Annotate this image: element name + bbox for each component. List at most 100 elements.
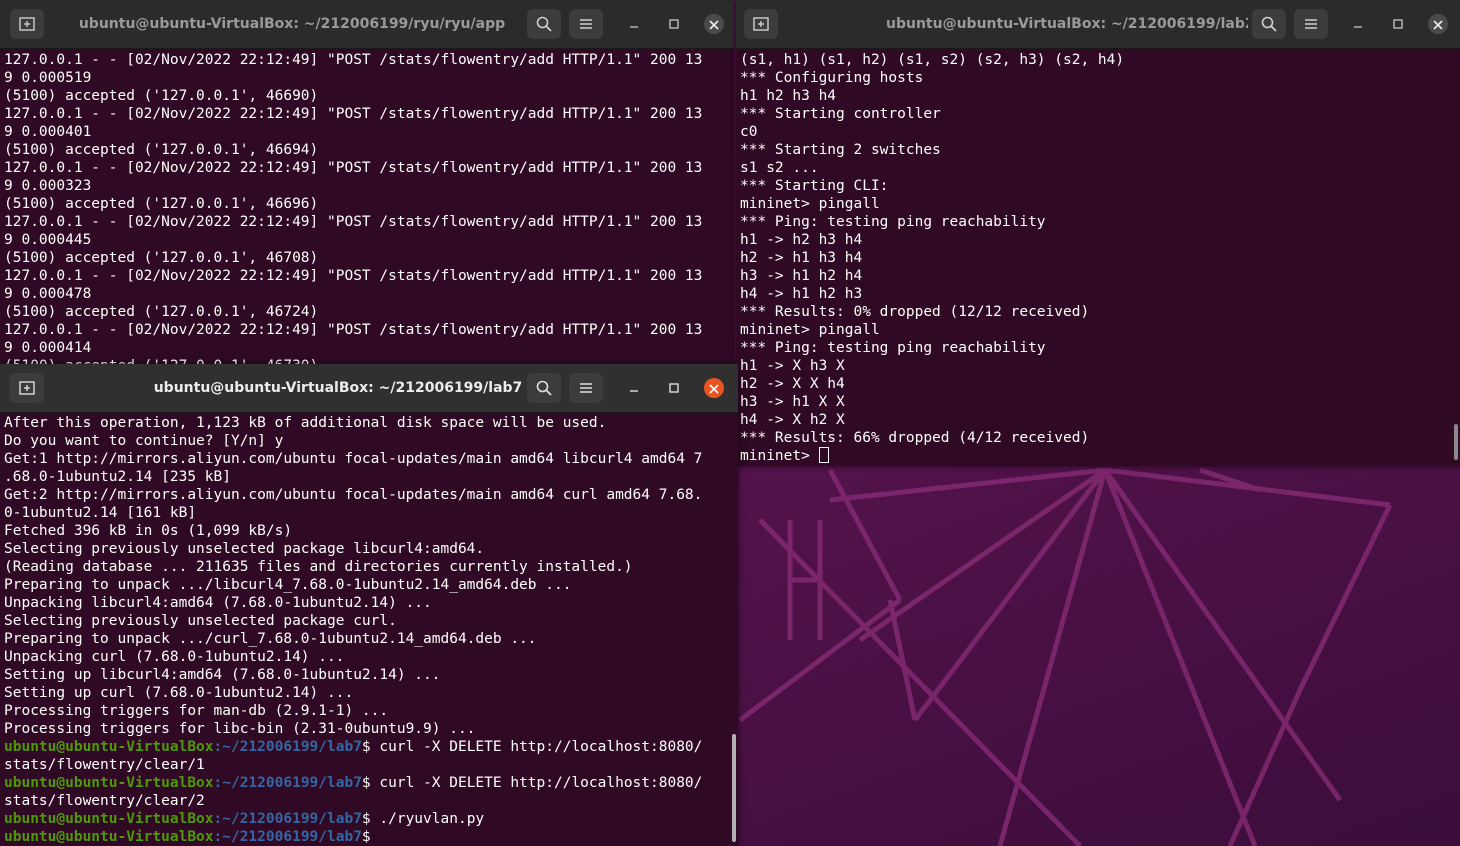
prompt-path: :~/212006199/lab7 (213, 829, 362, 845)
terminal-line: h3 -> h1 h2 h4 (740, 268, 863, 284)
new-tab-icon (19, 17, 35, 31)
terminal-line: *** Results: 66% dropped (4/12 received) (740, 430, 1090, 446)
maximize-button[interactable] (664, 378, 684, 398)
terminal-window-ryu[interactable]: ubuntu@ubuntu-VirtualBox: ~/212006199/ry… (0, 0, 734, 372)
menu-button[interactable] (569, 373, 603, 403)
prompt-line: ubuntu@ubuntu-VirtualBox:~/212006199/lab… (4, 810, 730, 828)
terminal-line: h4 -> X h2 X (740, 412, 845, 428)
prompt-line: ubuntu@ubuntu-VirtualBox:~/212006199/lab… (4, 828, 730, 846)
terminal-line: 9 0.000414 (4, 340, 92, 356)
terminal-line: h1 -> h2 h3 h4 (740, 232, 863, 248)
search-button[interactable] (1252, 9, 1286, 39)
hamburger-menu-icon (579, 18, 593, 30)
menu-button[interactable] (569, 9, 603, 39)
terminal-line: stats/flowentry/clear/1 (4, 757, 205, 773)
terminal-line: h4 -> h1 h2 h3 (740, 286, 863, 302)
terminal-line: Get:1 http://mirrors.aliyun.com/ubuntu f… (4, 451, 703, 467)
terminal-line: h2 -> h1 h3 h4 (740, 250, 863, 266)
terminal-line: 0-1ubuntu2.14 [161 kB] (4, 505, 197, 521)
maximize-icon (668, 379, 680, 398)
command-text: curl -X DELETE http://localhost:8080/ (379, 739, 703, 755)
terminal-line: *** Ping: testing ping reachability (740, 340, 1046, 356)
minimize-button[interactable] (624, 378, 644, 398)
minimize-button[interactable] (624, 14, 644, 34)
prompt-symbol: $ (361, 829, 380, 845)
titlebar-ryu[interactable]: ubuntu@ubuntu-VirtualBox: ~/212006199/ry… (0, 0, 734, 49)
close-button[interactable] (1428, 14, 1448, 34)
terminal-line: After this operation, 1,123 kB of additi… (4, 415, 607, 431)
terminal-line: (5100) accepted ('127.0.0.1', 46724) (4, 304, 319, 320)
terminal-line: stats/flowentry/clear/2 (4, 793, 205, 809)
terminal-line: mininet> pingall (740, 196, 880, 212)
terminal-line: 127.0.0.1 - - [02/Nov/2022 22:12:49] "PO… (4, 322, 703, 338)
close-button[interactable] (704, 378, 724, 398)
prompt-user: ubuntu@ubuntu-VirtualBox (4, 811, 214, 827)
new-tab-button[interactable] (744, 9, 778, 39)
terminal-line: *** Starting controller (740, 106, 941, 122)
terminal-line: 127.0.0.1 - - [02/Nov/2022 22:12:49] "PO… (4, 52, 703, 68)
new-tab-button[interactable] (10, 373, 44, 403)
prompt-user: ubuntu@ubuntu-VirtualBox (4, 829, 214, 845)
prompt-line: ubuntu@ubuntu-VirtualBox:~/212006199/lab… (4, 738, 730, 756)
terminal-line: Setting up curl (7.68.0-1ubuntu2.14) ... (4, 685, 354, 701)
maximize-icon (668, 15, 680, 34)
new-tab-button[interactable] (10, 9, 44, 39)
terminal-line: 127.0.0.1 - - [02/Nov/2022 22:12:49] "PO… (4, 106, 703, 122)
terminal-line: *** Ping: testing ping reachability (740, 214, 1046, 230)
terminal-line: *** Results: 0% dropped (12/12 received) (740, 304, 1090, 320)
close-button[interactable] (704, 14, 724, 34)
prompt-path: :~/212006199/lab7 (213, 811, 362, 827)
terminal-line: 9 0.000323 (4, 178, 92, 194)
terminal-line: (s1, h1) (s1, h2) (s1, s2) (s2, h3) (s2,… (740, 52, 1125, 68)
terminal-output-lab7[interactable]: After this operation, 1,123 kB of additi… (4, 414, 730, 846)
terminal-line: c0 (740, 124, 758, 140)
terminal-line: Do you want to continue? [Y/n] y (4, 433, 284, 449)
window-title-ryu: ubuntu@ubuntu-VirtualBox: ~/212006199/ry… (78, 16, 506, 32)
search-icon (536, 16, 552, 32)
terminal-line: s1 s2 ... (740, 160, 819, 176)
terminal-window-lab2[interactable]: ubuntu@ubuntu-VirtualBox: ~/212006199/la… (736, 0, 1460, 466)
terminal-line: Setting up libcurl4:amd64 (7.68.0-1ubunt… (4, 667, 441, 683)
terminal-output-lab2[interactable]: (s1, h1) (s1, h2) (s1, s2) (s2, h3) (s2,… (740, 51, 1452, 465)
maximize-button[interactable] (1388, 14, 1408, 34)
command-text: ./ryuvlan.py (379, 811, 485, 827)
terminal-line: (Reading database ... 211635 files and d… (4, 559, 633, 575)
minimize-icon (628, 379, 640, 398)
terminal-line: h1 h2 h3 h4 (740, 88, 837, 104)
terminal-line: 127.0.0.1 - - [02/Nov/2022 22:12:49] "PO… (4, 268, 703, 284)
hamburger-menu-icon (1304, 18, 1318, 30)
prompt-path: :~/212006199/lab7 (213, 739, 362, 755)
prompt-line: ubuntu@ubuntu-VirtualBox:~/212006199/lab… (4, 774, 730, 792)
scrollbar-lab2[interactable] (1454, 424, 1458, 460)
prompt-symbol: $ (361, 775, 380, 791)
terminal-line: Fetched 396 kB in 0s (1,099 kB/s) (4, 523, 293, 539)
maximize-button[interactable] (664, 14, 684, 34)
search-icon (536, 380, 552, 396)
scrollbar-lab7[interactable] (732, 734, 736, 842)
maximize-icon (1392, 15, 1404, 34)
terminal-line: 9 0.000401 (4, 124, 92, 140)
terminal-output-ryu[interactable]: 127.0.0.1 - - [02/Nov/2022 22:12:49] "PO… (4, 51, 726, 368)
minimize-button[interactable] (1348, 14, 1368, 34)
minimize-icon (628, 15, 640, 34)
hamburger-menu-icon (579, 382, 593, 394)
search-button[interactable] (527, 373, 561, 403)
terminal-line: Selecting previously unselected package … (4, 541, 485, 557)
search-button[interactable] (527, 9, 561, 39)
terminal-line: 127.0.0.1 - - [02/Nov/2022 22:12:49] "PO… (4, 160, 703, 176)
titlebar-lab7[interactable]: ubuntu@ubuntu-VirtualBox: ~/212006199/la… (0, 364, 738, 413)
close-icon (709, 379, 719, 398)
terminal-line: (5100) accepted ('127.0.0.1', 46694) (4, 142, 319, 158)
terminal-line: 9 0.000519 (4, 70, 92, 86)
terminal-line: Preparing to unpack .../curl_7.68.0-1ubu… (4, 631, 537, 647)
terminal-line: .68.0-1ubuntu2.14 [235 kB] (4, 469, 231, 485)
terminal-line: Unpacking libcurl4:amd64 (7.68.0-1ubuntu… (4, 595, 432, 611)
menu-button[interactable] (1294, 9, 1328, 39)
terminal-line: Processing triggers for man-db (2.9.1-1)… (4, 703, 389, 719)
terminal-line: *** Starting 2 switches (740, 142, 941, 158)
titlebar-lab2[interactable]: ubuntu@ubuntu-VirtualBox: ~/212006199/la… (736, 0, 1460, 49)
prompt-symbol: $ (361, 739, 380, 755)
terminal-window-lab7[interactable]: ubuntu@ubuntu-VirtualBox: ~/212006199/la… (0, 364, 738, 846)
terminal-line: 9 0.000445 (4, 232, 92, 248)
text-cursor (818, 447, 829, 463)
